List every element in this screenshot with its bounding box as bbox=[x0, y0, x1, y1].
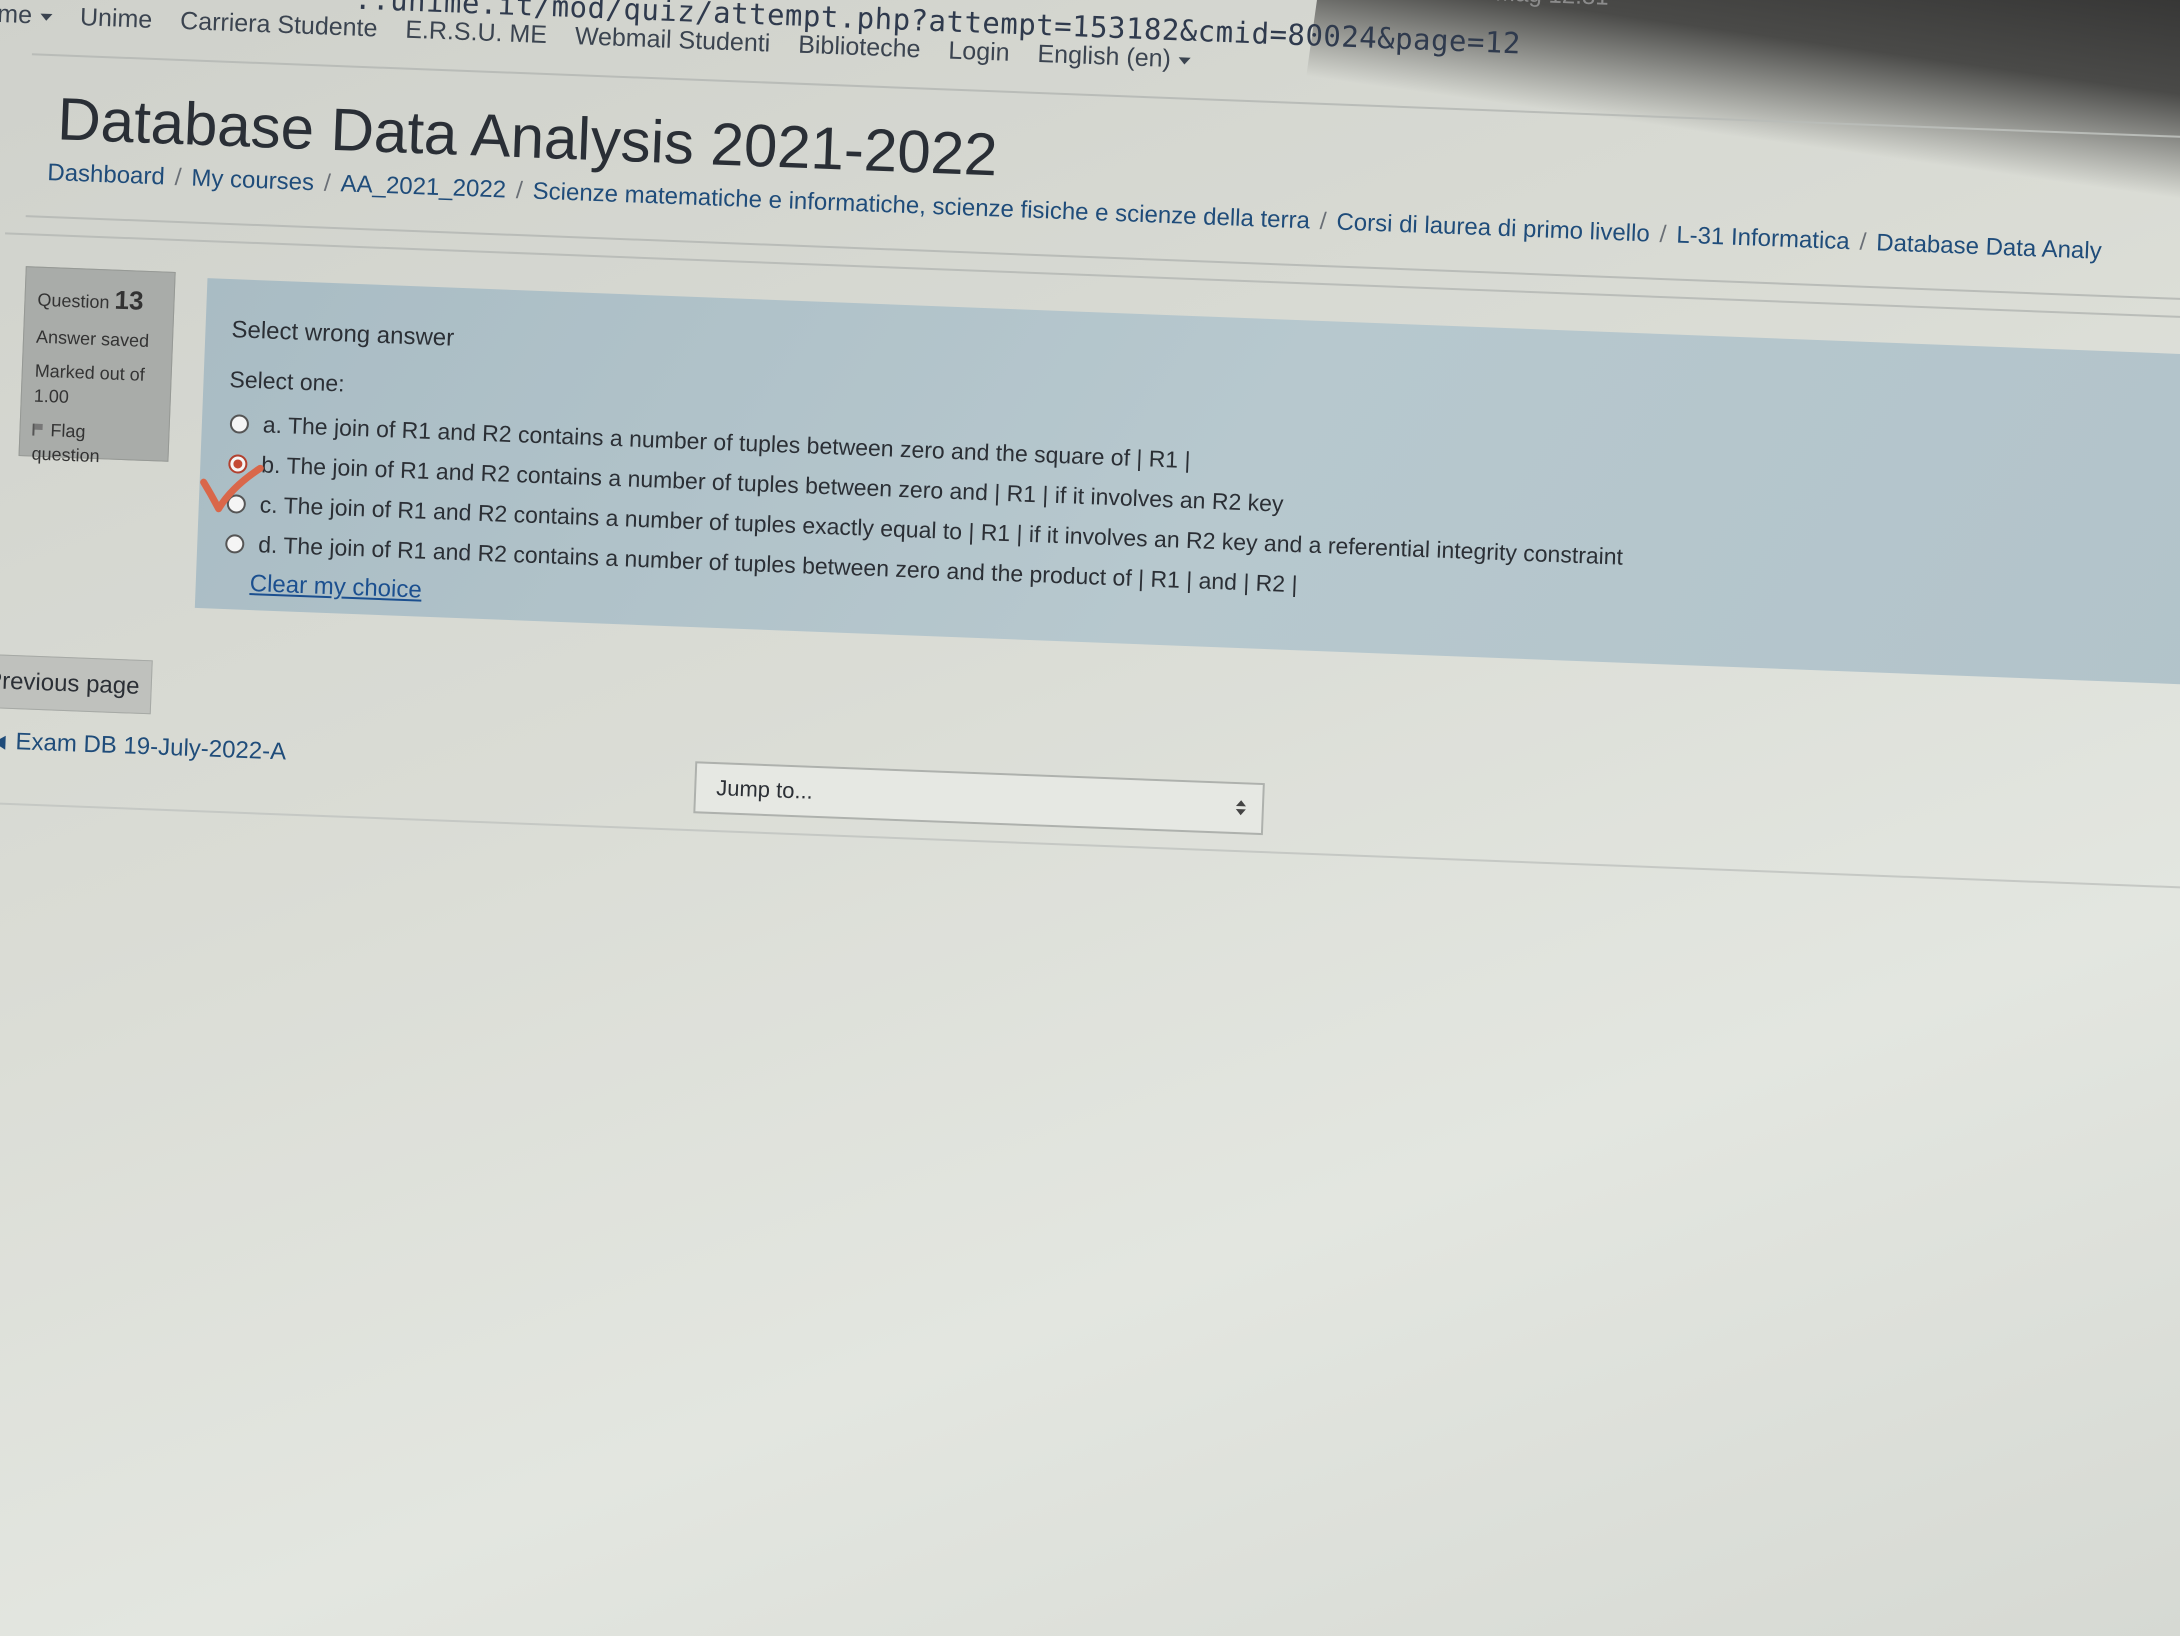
select-arrows-icon bbox=[1236, 800, 1247, 818]
marked-out-of-label: Marked out of bbox=[34, 361, 146, 386]
photo-scene: Mag 12:31 ..unime.it/mod/quiz/attempt.ph… bbox=[0, 0, 2180, 1636]
question-label: Question bbox=[37, 289, 110, 313]
question-number: Question 13 bbox=[37, 280, 162, 320]
radio-button-d[interactable] bbox=[224, 533, 245, 554]
breadcrumb-separator: / bbox=[323, 169, 332, 197]
question-number-value: 13 bbox=[114, 284, 145, 316]
language-menu[interactable]: English (en) bbox=[1037, 40, 1191, 75]
breadcrumb-my-courses[interactable]: My courses bbox=[191, 164, 315, 197]
chevron-down-icon bbox=[1178, 57, 1191, 65]
language-label: English (en) bbox=[1037, 39, 1172, 73]
flag-label: Flag bbox=[50, 420, 86, 442]
question-state: Answer saved bbox=[35, 326, 150, 352]
jump-to-select[interactable]: Jump to... bbox=[693, 761, 1265, 836]
activity-back-label: Exam DB 19-July-2022-A bbox=[15, 728, 287, 766]
nav-item-home[interactable]: ome bbox=[0, 0, 53, 31]
nav-item-login[interactable]: Login bbox=[948, 36, 1010, 67]
nav-item-ersu[interactable]: E.R.S.U. ME bbox=[405, 16, 548, 50]
breadcrumb-separator: / bbox=[515, 176, 524, 205]
chevron-down-icon bbox=[39, 13, 53, 21]
breadcrumb-separator: / bbox=[1659, 220, 1667, 249]
answer-prompt: Select one: bbox=[229, 366, 346, 397]
nav-item-biblioteche[interactable]: Biblioteche bbox=[798, 31, 921, 65]
jump-to-label: Jump to... bbox=[715, 775, 814, 804]
nav-item-carriera[interactable]: Carriera Studente bbox=[180, 7, 378, 44]
nav-item-label: ome bbox=[0, 0, 33, 30]
activity-back-link[interactable]: Exam DB 19-July-2022-A bbox=[0, 727, 287, 766]
breadcrumb-separator: / bbox=[1319, 207, 1328, 236]
triangle-left-icon bbox=[0, 734, 6, 750]
flag-label-2: question bbox=[31, 443, 100, 467]
breadcrumb-separator: / bbox=[1859, 228, 1867, 256]
question-grade: Marked out of 1.00 bbox=[33, 359, 159, 412]
question-info-panel: Question 13 Answer saved Marked out of 1… bbox=[18, 266, 176, 466]
breadcrumb-separator: / bbox=[174, 163, 182, 192]
max-mark: 1.00 bbox=[33, 385, 70, 407]
flag-icon bbox=[32, 423, 45, 437]
radio-button-a[interactable] bbox=[229, 413, 250, 434]
browser-page: Mag 12:31 ..unime.it/mod/quiz/attempt.ph… bbox=[0, 0, 2180, 1567]
nav-item-webmail[interactable]: Webmail Studenti bbox=[574, 22, 770, 58]
breadcrumb-dashboard[interactable]: Dashboard bbox=[47, 159, 165, 191]
handwritten-checkmark-icon bbox=[200, 464, 264, 513]
flag-question-button[interactable]: Flag question bbox=[31, 418, 157, 471]
nav-item-unime[interactable]: Unime bbox=[79, 3, 153, 35]
previous-page-button[interactable]: Previous page bbox=[0, 653, 153, 715]
